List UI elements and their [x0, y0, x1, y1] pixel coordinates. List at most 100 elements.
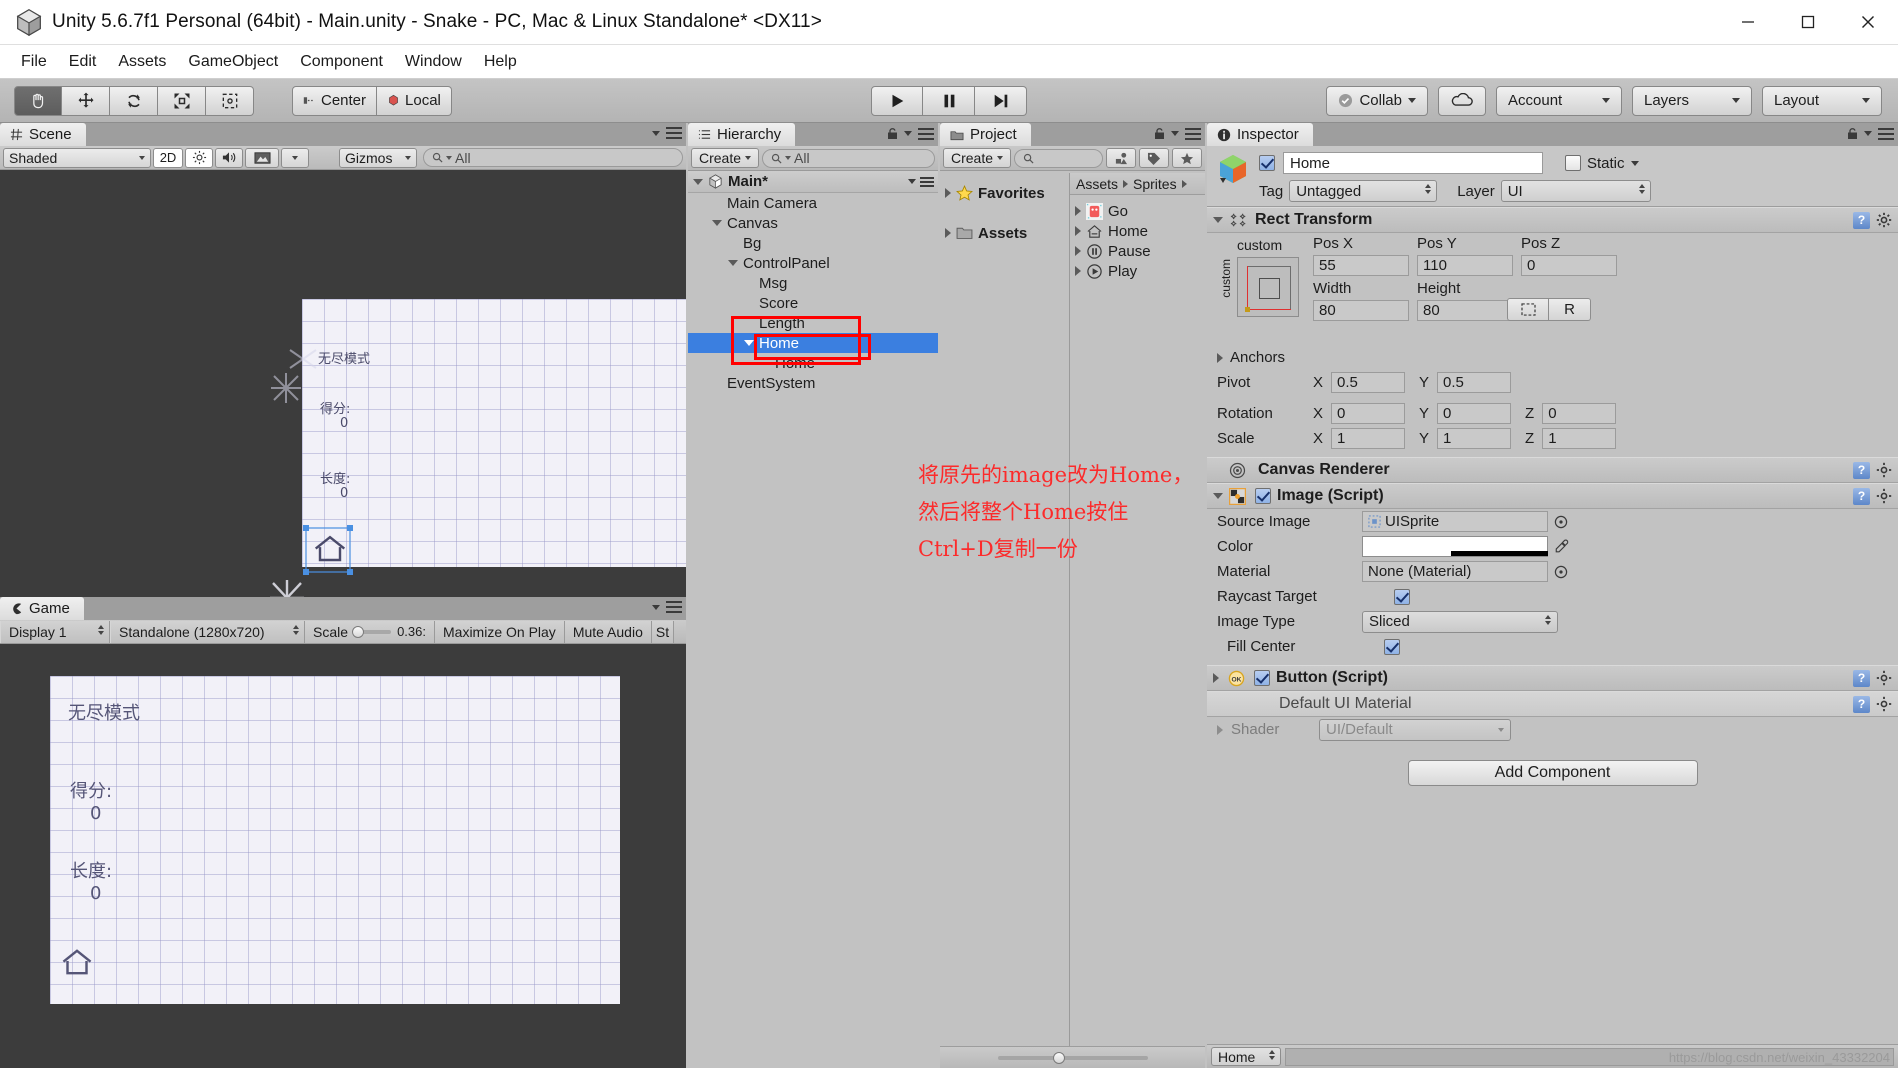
scale-tool-button[interactable]	[158, 85, 206, 116]
hierarchy-item-home[interactable]: Home	[688, 333, 938, 353]
static-checkbox[interactable]	[1565, 155, 1581, 171]
scale-y-field[interactable]: 1	[1437, 428, 1512, 449]
game-stats-toggle[interactable]: St	[651, 620, 675, 643]
object-picker-icon[interactable]	[1554, 515, 1568, 529]
project-tab-menu[interactable]	[1154, 127, 1201, 140]
project-asset-play[interactable]: Play	[1070, 261, 1205, 281]
menu-item-file[interactable]: File	[10, 50, 58, 74]
project-asset-go[interactable]: Go	[1070, 201, 1205, 221]
pos-y-field[interactable]: 110	[1417, 255, 1513, 276]
project-create-button[interactable]: Create	[943, 148, 1012, 168]
project-favorites-button[interactable]	[1172, 148, 1202, 168]
game-maximize-toggle[interactable]: Maximize On Play	[435, 620, 565, 643]
pivot-mode-button[interactable]: Center	[292, 85, 378, 116]
game-aspect-dropdown[interactable]: Standalone (1280x720)	[110, 620, 305, 643]
object-enabled-checkbox[interactable]	[1259, 155, 1275, 171]
game-mute-toggle[interactable]: Mute Audio	[564, 620, 652, 643]
pivot-y-field[interactable]: 0.5	[1437, 372, 1512, 393]
scene-audio-toggle[interactable]	[215, 147, 243, 168]
project-search-input[interactable]	[1014, 148, 1103, 168]
gear-icon[interactable]	[1876, 462, 1892, 478]
hierarchy-item-length[interactable]: Length	[688, 313, 938, 333]
collab-button[interactable]: Collab	[1326, 85, 1428, 116]
chevron-down-icon[interactable]	[744, 340, 754, 346]
menu-item-edit[interactable]: Edit	[58, 50, 108, 74]
gear-icon[interactable]	[1876, 212, 1892, 228]
pause-button[interactable]	[923, 85, 975, 116]
project-filter-label-button[interactable]	[1139, 148, 1169, 168]
tab-hierarchy[interactable]: Hierarchy	[688, 123, 796, 146]
anchor-preset-widget[interactable]	[1237, 257, 1299, 317]
chevron-right-icon[interactable]	[1217, 724, 1223, 735]
chevron-right-icon[interactable]	[1075, 206, 1081, 216]
tab-project[interactable]: Project	[940, 123, 1031, 146]
raycast-checkbox[interactable]	[1394, 588, 1410, 605]
cloud-button[interactable]	[1438, 85, 1486, 116]
hierarchy-scene-row[interactable]: Main*	[688, 171, 938, 193]
project-asset-pause[interactable]: Pause	[1070, 241, 1205, 261]
hierarchy-item-canvas[interactable]: Canvas	[688, 213, 938, 233]
gear-icon[interactable]	[1876, 696, 1892, 712]
blueprint-mode-button[interactable]	[1507, 298, 1549, 321]
chevron-right-icon[interactable]	[1217, 352, 1223, 363]
menu-item-window[interactable]: Window	[394, 50, 473, 74]
scene-fx-dropdown[interactable]	[281, 147, 309, 168]
project-tree-favorites[interactable]: Favorites	[940, 178, 1069, 208]
source-image-field[interactable]: UISprite	[1362, 511, 1548, 532]
hierarchy-item-score[interactable]: Score	[688, 293, 938, 313]
help-icon[interactable]: ?	[1853, 487, 1870, 505]
menu-item-gameobject[interactable]: GameObject	[177, 50, 289, 74]
scene-tab-menu[interactable]	[652, 127, 682, 139]
menu-item-help[interactable]: Help	[473, 50, 528, 74]
hierarchy-item-bg[interactable]: Bg	[688, 233, 938, 253]
color-swatch[interactable]	[1362, 536, 1548, 557]
scale-knob[interactable]	[352, 625, 365, 638]
hierarchy-item-msg[interactable]: Msg	[688, 273, 938, 293]
play-button[interactable]	[871, 85, 923, 116]
hierarchy-search-input[interactable]: All	[762, 148, 935, 168]
component-header-button-script[interactable]: OK Button (Script) ?	[1207, 665, 1898, 691]
menu-item-component[interactable]: Component	[289, 50, 394, 74]
chevron-down-icon[interactable]	[1213, 217, 1223, 223]
chevron-down-icon[interactable]	[693, 178, 703, 185]
pivot-rotation-button[interactable]: Local	[377, 85, 452, 116]
chevron-right-icon[interactable]	[945, 228, 951, 238]
scene-viewport[interactable]: 无尽模式 得分: 0 长度: 0	[0, 170, 686, 597]
scale-z-field[interactable]: 1	[1542, 428, 1617, 449]
image-enabled-checkbox[interactable]	[1255, 488, 1271, 504]
chevron-down-icon[interactable]	[712, 220, 722, 226]
game-display-dropdown[interactable]: Display 1	[0, 620, 110, 643]
close-button[interactable]	[1838, 0, 1898, 45]
add-component-button[interactable]: Add Component	[1407, 760, 1698, 786]
tag-dropdown[interactable]: Untagged	[1289, 180, 1438, 202]
hierarchy-scene-menu[interactable]	[908, 176, 934, 187]
rect-tool-button[interactable]	[206, 85, 254, 116]
menu-item-assets[interactable]: Assets	[107, 50, 177, 74]
hierarchy-item-home[interactable]: Home	[688, 353, 938, 373]
maximize-button[interactable]	[1778, 0, 1838, 45]
scale-track[interactable]	[352, 625, 392, 638]
project-zoom-knob[interactable]	[1052, 1051, 1065, 1064]
hierarchy-tab-menu[interactable]	[887, 127, 934, 140]
chevron-down-icon[interactable]	[728, 260, 738, 266]
tab-inspector[interactable]: Inspector	[1207, 123, 1313, 146]
object-picker-icon[interactable]	[1554, 565, 1568, 579]
layer-dropdown[interactable]: UI	[1500, 180, 1651, 202]
scene-gizmos-dropdown[interactable]: Gizmos	[339, 147, 417, 168]
project-filter-type-button[interactable]	[1106, 148, 1136, 168]
scale-x-field[interactable]: 1	[1331, 428, 1406, 449]
game-scale-slider[interactable]: Scale 0.36:	[305, 620, 435, 643]
gear-icon[interactable]	[1876, 670, 1892, 686]
tab-game[interactable]: Game	[0, 597, 84, 620]
static-toggle[interactable]: Static	[1565, 155, 1639, 172]
breadcrumb-assets[interactable]: Assets	[1076, 176, 1118, 192]
account-button[interactable]: Account	[1496, 85, 1622, 116]
project-zoom-slider[interactable]	[997, 1051, 1148, 1064]
hierarchy-tree[interactable]: Main* Main Camera Canvas Bg ControlPanel Msg…	[688, 171, 938, 1068]
rot-x-field[interactable]: 0	[1331, 403, 1406, 424]
material-field[interactable]: None (Material)	[1362, 561, 1548, 582]
step-button[interactable]	[975, 85, 1027, 116]
rotate-tool-button[interactable]	[110, 85, 158, 116]
hand-tool-button[interactable]	[14, 85, 62, 116]
footer-material-dropdown[interactable]: Home	[1211, 1047, 1281, 1066]
